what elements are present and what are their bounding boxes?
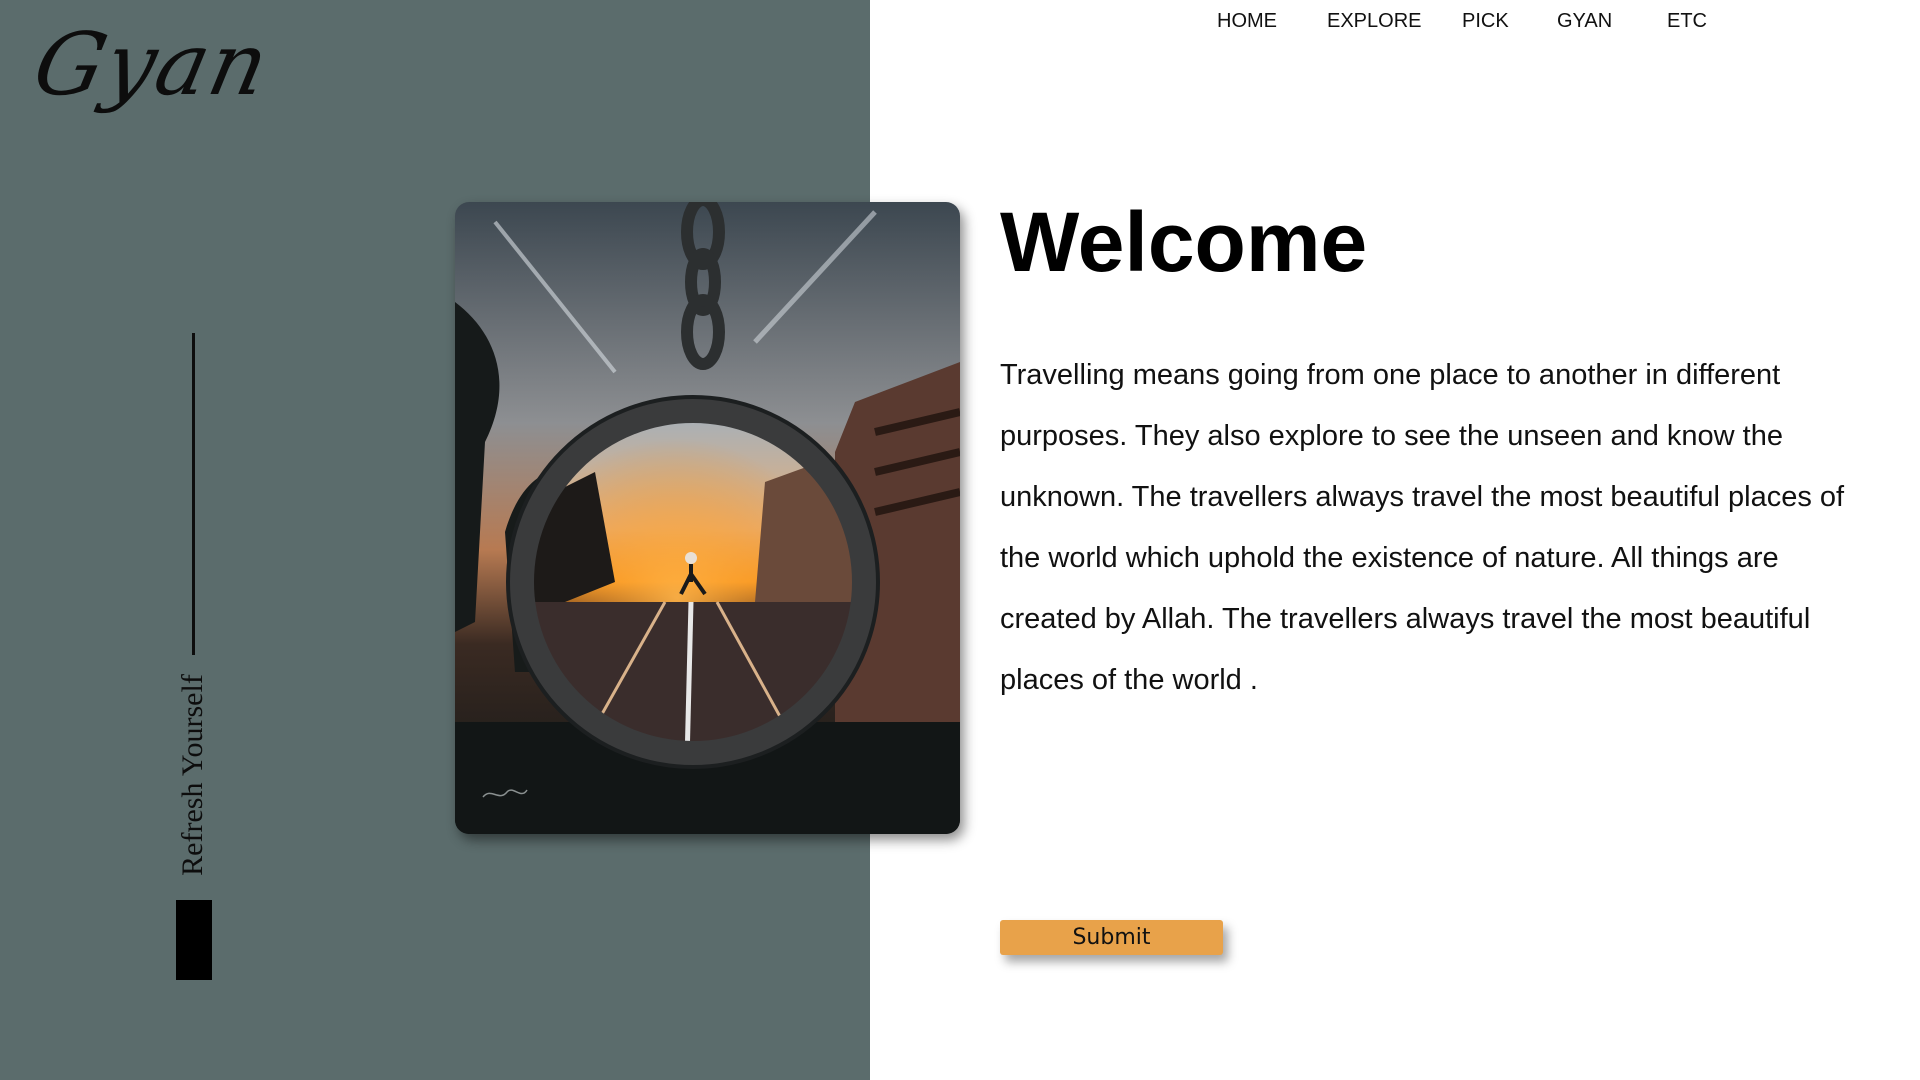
vertical-divider <box>192 333 195 655</box>
nav-item-home[interactable]: HOME <box>1217 10 1277 33</box>
nav-item-etc[interactable]: ETC <box>1667 10 1707 33</box>
hero-photo <box>455 202 960 834</box>
submit-button[interactable]: Submit <box>1000 920 1223 955</box>
logo[interactable]: Gyan <box>25 15 278 115</box>
decorative-block <box>176 900 212 980</box>
page-title: Welcome <box>1000 195 1368 289</box>
nav-item-pick[interactable]: PICK <box>1462 10 1509 33</box>
nav-item-gyan[interactable]: GYAN <box>1557 10 1612 33</box>
hero-photo-image <box>455 202 960 834</box>
intro-paragraph: Travelling means going from one place to… <box>1000 359 1845 696</box>
page: Gyan Refresh Yourself HOME EXPLORE PICK … <box>0 0 1920 1080</box>
nav-item-explore[interactable]: EXPLORE <box>1327 10 1421 33</box>
tagline: Refresh Yourself <box>176 674 209 876</box>
top-nav: HOME EXPLORE PICK GYAN ETC <box>870 10 1920 50</box>
